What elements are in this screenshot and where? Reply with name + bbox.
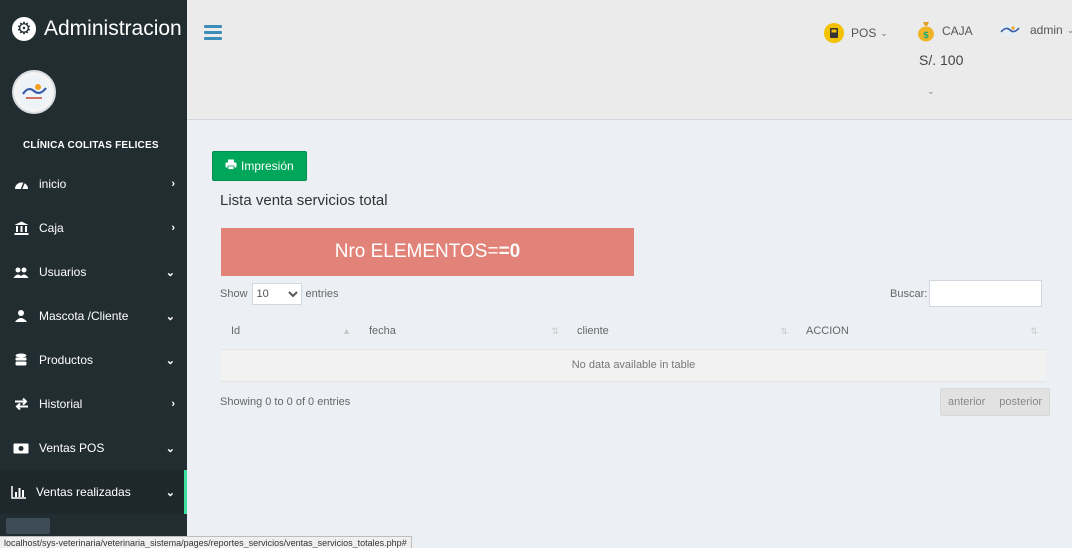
top-navbar: POS ⌄ $ CAJA S/. 100 ⌄ admin ⌄: [187, 0, 1072, 120]
sidebar-item-ventas-realizadas[interactable]: Ventas realizadas ⌄: [0, 470, 187, 514]
caja-label: CAJA: [942, 24, 973, 38]
caja-amount: S/. 100: [919, 52, 964, 68]
column-header-id[interactable]: Id ▲: [221, 314, 359, 350]
pagination-next[interactable]: posterior: [992, 389, 1049, 415]
table-info: Showing 0 to 0 of 0 entries: [220, 396, 351, 408]
clinic-name: CLÍNICA COLITAS FELICES: [23, 139, 159, 151]
sidebar-item-mascota-cliente[interactable]: Mascota /Cliente ⌄: [0, 294, 187, 338]
sidebar-item-label: Ventas realizadas: [36, 485, 131, 499]
print-button[interactable]: Impresión: [212, 151, 307, 181]
sidebar-item-productos[interactable]: Productos ⌄: [0, 338, 187, 382]
entries-length-select[interactable]: 10: [251, 283, 302, 305]
money-icon: [13, 440, 29, 456]
chevron-down-icon: ⌄: [165, 310, 175, 323]
bar-chart-icon: [10, 484, 26, 500]
search-label: Buscar:: [890, 287, 928, 300]
database-icon: [13, 352, 29, 368]
sort-icon: ⇅: [551, 326, 559, 336]
empty-table-message: No data available in table: [221, 349, 1046, 382]
users-icon: [13, 264, 29, 280]
table-header-row: Id ▲ fecha ⇅ cliente ⇅ ACCION ⇅: [221, 314, 1046, 350]
data-table: Id ▲ fecha ⇅ cliente ⇅ ACCION ⇅ No data …: [221, 314, 1046, 382]
entries-length-control: Show 10 entries: [220, 283, 339, 305]
sidebar-item-inicio[interactable]: inicio ›: [0, 162, 187, 206]
chevron-down-icon: ⌄: [927, 86, 935, 96]
sidebar-item-label: Mascota /Cliente: [39, 309, 129, 323]
length-suffix: entries: [305, 288, 339, 300]
column-label: cliente: [577, 325, 609, 338]
brand-link[interactable]: ⚙ Administracion: [0, 0, 187, 57]
sidebar-item-label: inicio: [39, 177, 67, 191]
brand-title: Administracion: [44, 16, 182, 40]
search-input[interactable]: [929, 280, 1043, 307]
chevron-down-icon: ⌄: [165, 266, 175, 279]
chevron-down-icon: ⌄: [880, 27, 888, 38]
count-value: =0: [498, 241, 521, 262]
pos-label: POS: [851, 26, 877, 40]
dashboard-icon: [13, 176, 29, 192]
sidebar-item-ventas-pos[interactable]: Ventas POS ⌄: [0, 426, 187, 470]
chevron-down-icon: ⌄: [165, 442, 175, 455]
print-button-label: Impresión: [241, 159, 294, 173]
sidebar-item-usuarios[interactable]: Usuarios ⌄: [0, 250, 187, 294]
caja-dropdown[interactable]: $ CAJA S/. 100 ⌄: [917, 20, 973, 97]
sidebar-menu: inicio › Caja › Usuarios ⌄ Mascota /Clie…: [0, 162, 187, 514]
user-label: admin: [1030, 23, 1063, 37]
sidebar-item-label: Usuarios: [39, 265, 87, 279]
page-title: Lista venta servicios total: [220, 192, 388, 209]
exchange-icon: [13, 396, 29, 412]
sidebar-item-label: Ventas POS: [39, 441, 105, 455]
clinic-logo: [12, 70, 56, 114]
element-count-box: Nro ELEMENTOS= =0: [221, 228, 634, 276]
length-prefix: Show: [220, 288, 248, 300]
user-avatar: [1000, 24, 1020, 36]
sort-icon: ⇅: [780, 326, 788, 336]
column-label: ACCION: [806, 325, 849, 338]
chevron-right-icon: ›: [171, 398, 175, 410]
pos-dropdown[interactable]: POS ⌄: [824, 23, 888, 43]
gear-icon: ⚙: [12, 16, 36, 41]
table-row: No data available in table: [221, 349, 1046, 382]
svg-text:$: $: [923, 31, 929, 41]
column-header-accion[interactable]: ACCION ⇅: [796, 314, 1046, 350]
sidebar-item-label: Historial: [39, 397, 83, 411]
sidebar-item-caja[interactable]: Caja ›: [0, 206, 187, 250]
chevron-down-icon: ⌄: [1066, 24, 1072, 35]
hamburger-menu-icon[interactable]: [204, 25, 222, 43]
browser-status-url: localhost/sys-veterinaria/veterinaria_si…: [0, 536, 412, 548]
active-indicator: [184, 470, 187, 514]
count-label: Nro ELEMENTOS=: [334, 241, 499, 262]
table-search: Buscar:: [890, 280, 1043, 307]
sort-asc-icon: ▲: [342, 326, 351, 336]
pos-terminal-icon: [824, 23, 844, 43]
pagination: anterior posterior: [940, 388, 1051, 416]
pagination-previous[interactable]: anterior: [941, 389, 992, 415]
print-icon: [225, 159, 237, 173]
user-dropdown[interactable]: admin ⌄: [999, 23, 1072, 37]
column-label: fecha: [369, 325, 396, 338]
chevron-down-icon: ⌄: [165, 486, 175, 499]
sidebar-item-label: Caja: [39, 221, 64, 235]
sidebar-item-label: Productos: [39, 353, 94, 367]
sidebar-item-historial[interactable]: Historial ›: [0, 382, 187, 426]
column-header-fecha[interactable]: fecha ⇅: [359, 314, 567, 350]
money-bag-icon: $: [918, 22, 934, 42]
mini-logo: [6, 518, 50, 534]
chevron-right-icon: ›: [171, 178, 175, 190]
bank-icon: [13, 220, 29, 236]
user-pet-icon: [13, 308, 29, 324]
chevron-right-icon: ›: [171, 222, 175, 234]
column-header-cliente[interactable]: cliente ⇅: [567, 314, 796, 350]
sort-icon: ⇅: [1030, 326, 1038, 336]
chevron-down-icon: ⌄: [165, 354, 175, 367]
sidebar: ⚙ Administracion CLÍNICA COLITAS FELICES…: [0, 0, 187, 548]
column-label: Id: [231, 325, 241, 338]
